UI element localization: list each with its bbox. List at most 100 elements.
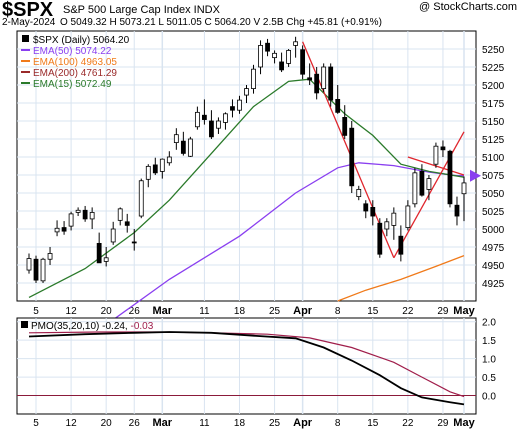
pmo-tick-label: 0.5 (482, 373, 496, 384)
x-tick-label: 5 (33, 306, 39, 317)
x-tick-label: 18 (234, 306, 246, 317)
x-tick-label: 20 (101, 306, 113, 317)
price-tick-label: 5175 (482, 99, 505, 110)
price-tick-label: 5125 (482, 135, 505, 146)
price-tick-label: 5000 (482, 225, 505, 236)
candle-body (75, 209, 81, 213)
candle-body (131, 241, 137, 244)
price-and-pmo-chart: 4925495049755000502550505075510051255150… (16, 30, 505, 429)
price-tick-label: 5100 (482, 153, 505, 164)
x-tick-label: Apr (293, 305, 313, 317)
candle-body (363, 203, 369, 212)
candle-body (258, 45, 263, 68)
x-tick-label: 11 (199, 418, 210, 429)
x-tick-label: 22 (402, 418, 414, 429)
price-tick-label: 5225 (482, 63, 505, 74)
candle-body (47, 253, 53, 260)
candle-body (82, 209, 88, 220)
candle-body (209, 120, 214, 138)
pmo-tick-label: 1.5 (482, 336, 496, 347)
x-tick-label: May (453, 305, 475, 317)
candle-body (447, 150, 453, 205)
candle-body (454, 204, 460, 217)
candle-body (328, 66, 334, 101)
legend-label: EMA(100) 4963.05 (33, 57, 117, 68)
pmo-value: PMO(35,20,10) -0.24, (31, 321, 131, 332)
candle-body (33, 258, 39, 281)
candle-body (103, 257, 109, 262)
price-tick-label: 4925 (482, 279, 505, 290)
candle-body (244, 88, 249, 96)
candle-body (377, 222, 383, 255)
price-tick-label: 4950 (482, 261, 505, 272)
candle-body (370, 206, 376, 217)
x-tick-label: May (453, 417, 475, 429)
candle-body (237, 99, 242, 111)
candle-body (307, 77, 313, 81)
candle-body (110, 228, 116, 243)
pmo-legend-label: PMO(35,20,10) -0.24, -0.03 (31, 321, 154, 332)
price-tick-label: 5250 (482, 45, 505, 56)
candle-body (40, 258, 46, 282)
candle-body (342, 117, 348, 136)
candle-body (279, 61, 284, 71)
candle-body (265, 42, 270, 52)
legend-swatch-price (22, 35, 29, 42)
candle-body (194, 111, 200, 128)
x-tick-label: 8 (335, 306, 341, 317)
price-tick-label: 5050 (482, 189, 505, 200)
legend-swatch-pmo (21, 321, 28, 328)
candle-body (152, 164, 158, 174)
x-tick-label: 22 (402, 306, 414, 317)
candle-body (272, 52, 277, 59)
candle-body (223, 113, 228, 123)
x-tick-label: 20 (101, 418, 113, 429)
candle-body (54, 227, 60, 233)
x-tick-label: Mar (153, 305, 173, 317)
candle-body (426, 178, 432, 190)
candle-body (68, 213, 74, 227)
x-tick-label: 25 (269, 418, 281, 429)
candle-body (216, 120, 221, 129)
candle-body (433, 145, 439, 165)
candle-body (187, 138, 193, 157)
candle-body (180, 140, 186, 154)
x-tick-label: 8 (335, 418, 341, 429)
candle-body (300, 49, 306, 75)
x-tick-label: Mar (153, 417, 173, 429)
pmo-tick-label: 0.0 (482, 392, 496, 403)
candle-body (251, 68, 256, 90)
pmo-panel: 0.0 0.5 1.0 1.5 2.0 5 12 20 26 Mar 11 18 25 Apr 8 15 22 2… (16, 317, 496, 429)
price-panel: 4925 4950 4975 5000 5025 5050 5075 5100 5125 5150… (16, 30, 505, 360)
candle-body (314, 73, 320, 94)
candle-body (145, 165, 151, 180)
x-tick-label: 11 (199, 306, 210, 317)
x-tick-label: Apr (293, 417, 313, 429)
x-tick-label: 15 (367, 418, 379, 429)
candle-body (321, 66, 327, 90)
candle-body (202, 114, 207, 120)
price-tick-label: 5200 (482, 81, 505, 92)
x-tick-label: 29 (437, 306, 449, 317)
candle-body (61, 227, 67, 232)
candle-body (173, 134, 179, 143)
candle-body (26, 258, 32, 271)
candle-body (461, 182, 467, 195)
candle-body (117, 208, 123, 221)
candle-body (293, 41, 299, 46)
x-tick-label: 26 (129, 418, 141, 429)
candle-body (405, 205, 411, 228)
legend-label: EMA(200) 4761.29 (33, 68, 117, 79)
candle-body (166, 156, 172, 164)
price-tick-label: 5025 (482, 207, 505, 218)
x-tick-label: 12 (66, 418, 78, 429)
candle-body (419, 170, 425, 196)
price-tick-label: 5075 (482, 171, 505, 182)
pmo-signal-value: -0.03 (131, 321, 154, 332)
candle-body (384, 221, 390, 230)
legend-label: $SPX (Daily) 5064.20 (33, 35, 130, 46)
x-tick-label: 29 (437, 418, 449, 429)
x-tick-label: 18 (234, 418, 246, 429)
candle-body (391, 212, 397, 226)
candle-body (138, 180, 144, 217)
